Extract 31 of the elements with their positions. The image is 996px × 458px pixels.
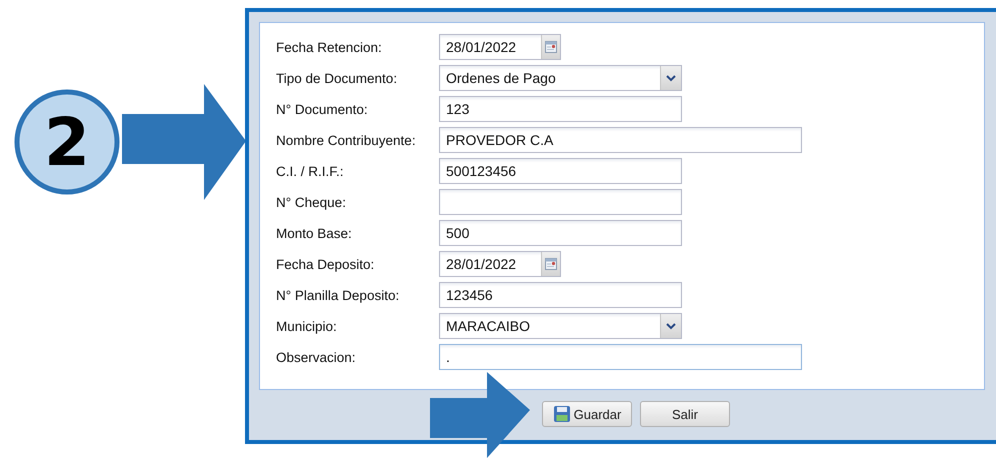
field-label: Municipio: xyxy=(276,318,338,334)
field-label: Observacion: xyxy=(276,350,357,364)
field-label: Nombre Contribuyente: xyxy=(276,132,417,148)
input-field[interactable]: 500123456 xyxy=(439,158,682,184)
save-button[interactable]: Guardar xyxy=(542,401,632,427)
date-field[interactable]: 28/01/2022 xyxy=(439,251,561,277)
input-field[interactable]: 500 xyxy=(439,220,682,246)
arrow-icon xyxy=(122,84,246,200)
arrow-icon xyxy=(430,372,530,458)
step-number-badge: 2 xyxy=(13,88,121,196)
exit-button[interactable]: Salir xyxy=(640,401,730,427)
input-field[interactable] xyxy=(439,189,682,215)
field-label: Fecha Deposito: xyxy=(276,256,376,272)
field-label: N° Documento: xyxy=(276,102,369,116)
input-field[interactable]: . xyxy=(439,344,802,370)
field-label: C.I. / R.I.F.: xyxy=(276,164,345,178)
date-field[interactable]: 28/01/2022 xyxy=(439,34,561,60)
chevron-down-icon[interactable] xyxy=(660,314,681,338)
dropdown-field[interactable]: MARACAIBO xyxy=(439,313,682,339)
input-field[interactable]: PROVEDOR C.A xyxy=(439,127,802,153)
input-field[interactable]: 123 xyxy=(439,96,682,122)
calendar-icon[interactable] xyxy=(541,252,560,276)
field-label: Tipo de Documento: xyxy=(276,70,398,86)
field-label: Fecha Retencion: xyxy=(276,40,383,54)
field-label: Monto Base: xyxy=(276,226,353,240)
field-label: N° Cheque: xyxy=(276,194,347,210)
calendar-icon[interactable] xyxy=(541,35,560,59)
input-field[interactable]: 123456 xyxy=(439,282,682,308)
field-label: N° Planilla Deposito: xyxy=(276,288,400,302)
chevron-down-icon[interactable] xyxy=(660,66,681,90)
dropdown-field[interactable]: Ordenes de Pago xyxy=(439,65,682,91)
